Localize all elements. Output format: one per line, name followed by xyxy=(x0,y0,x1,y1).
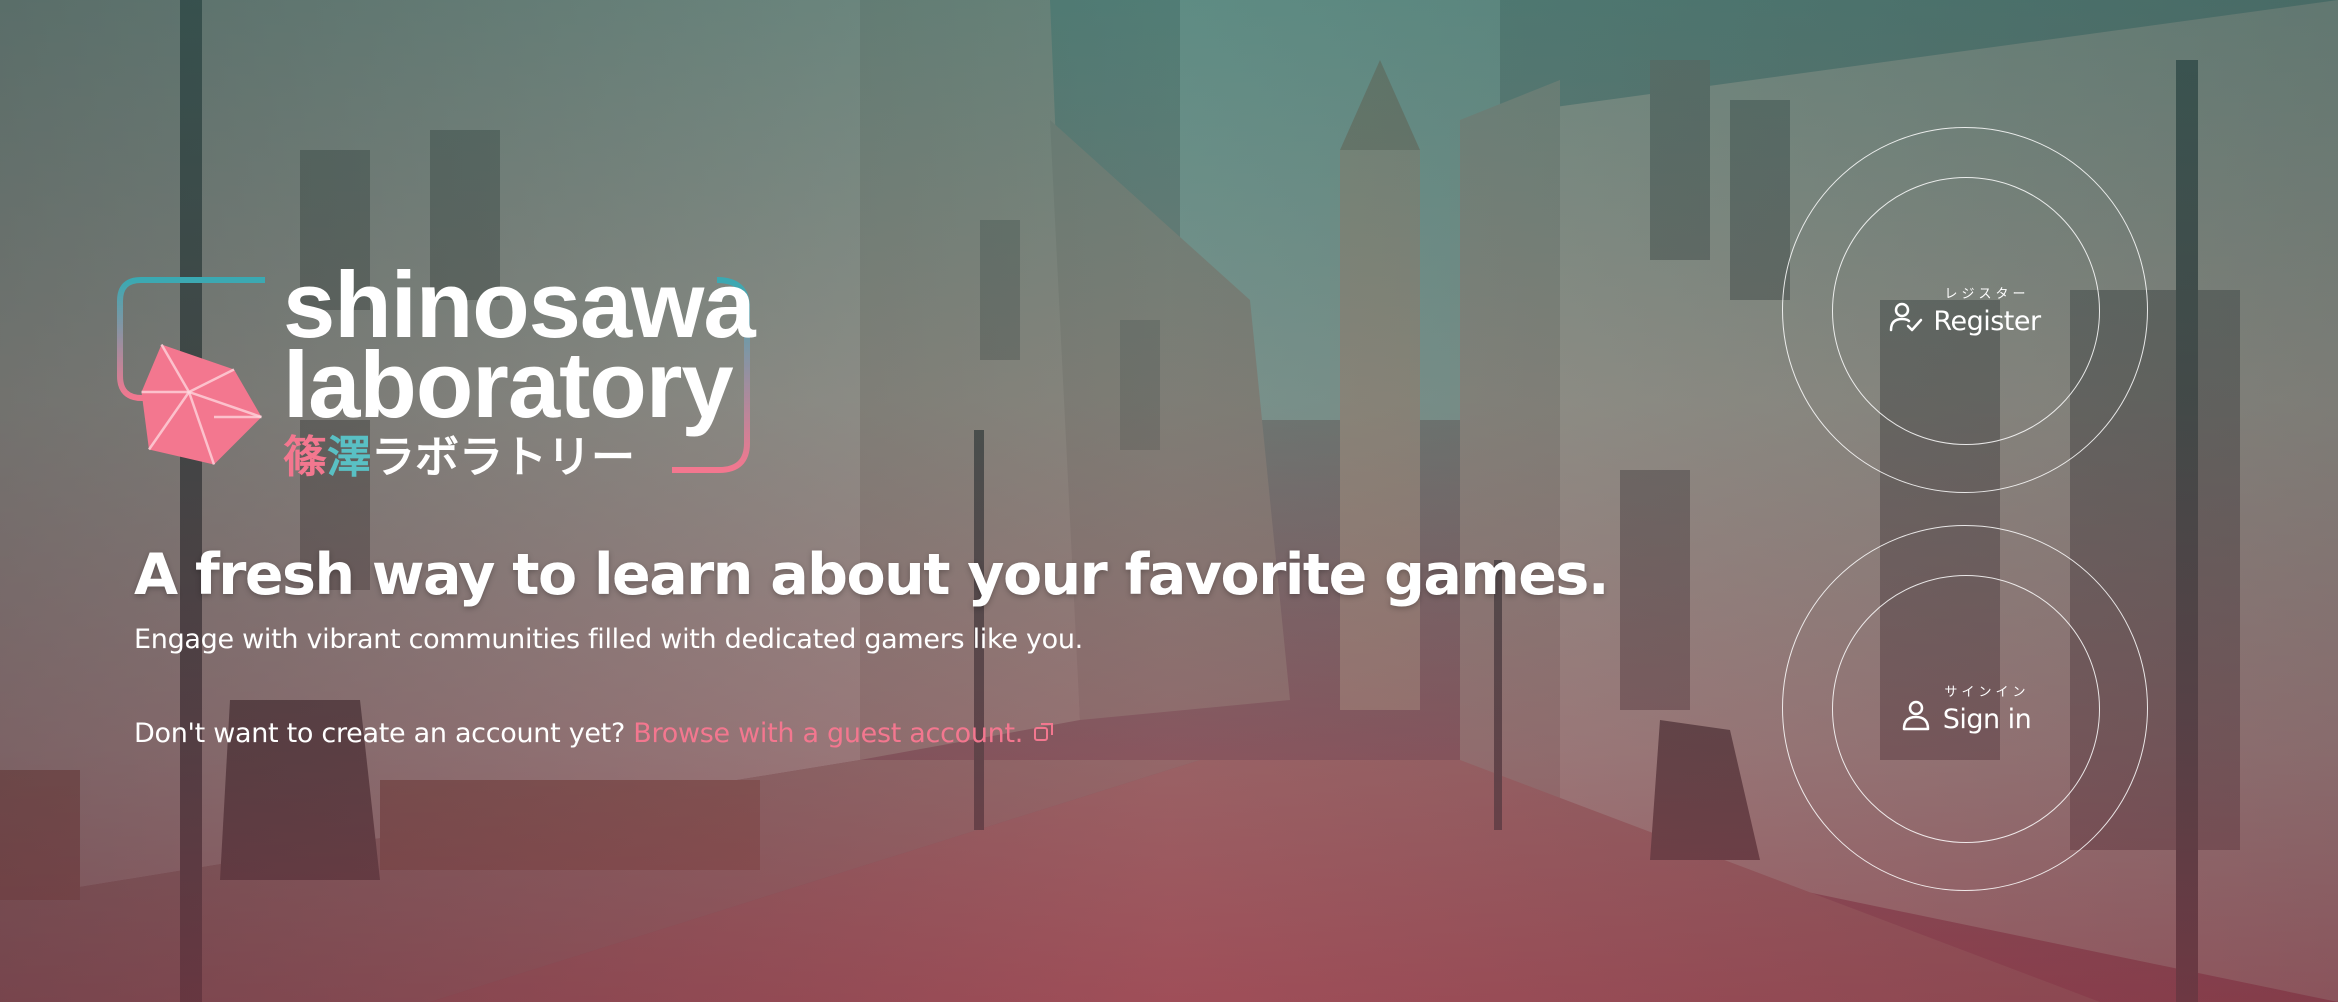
sign-in-button-text: サインイン Sign in xyxy=(1943,681,2032,735)
register-button-content: レジスター Register xyxy=(1783,283,2147,337)
guest-account-link[interactable]: Browse with a guest account. xyxy=(633,718,1055,749)
external-link-icon xyxy=(1033,719,1055,750)
hero-headline: A fresh way to learn about your favorite… xyxy=(134,542,1610,608)
logo-word-laboratory: laboratory xyxy=(283,332,734,437)
sign-in-label: Sign in xyxy=(1942,704,2032,735)
sign-in-button[interactable]: サインイン Sign in xyxy=(1782,525,2148,891)
user-icon xyxy=(1902,700,1929,731)
brand-logo: shinosawa laboratory 篠澤ラボラトリー xyxy=(117,258,756,480)
logo-kanji-1: 篠 xyxy=(283,432,327,483)
sign-in-button-content: サインイン Sign in xyxy=(1783,681,2147,735)
gem-icon xyxy=(141,343,262,465)
logo-japanese-name: 篠澤ラボラトリー xyxy=(283,436,635,480)
register-button[interactable]: レジスター Register xyxy=(1782,127,2148,493)
register-button-text: レジスター Register xyxy=(1933,283,2041,337)
sign-in-kana: サインイン xyxy=(1944,685,2030,700)
user-check-icon xyxy=(1890,302,1923,332)
register-kana: レジスター xyxy=(1944,287,2030,302)
logo-katakana: ラボラトリー xyxy=(371,432,635,483)
logo-kanji-2: 澤 xyxy=(327,432,371,483)
guest-prompt-line: Don't want to create an account yet? Bro… xyxy=(134,718,1055,750)
guest-link-label: Browse with a guest account. xyxy=(633,718,1024,749)
guest-prompt-text: Don't want to create an account yet? xyxy=(134,718,625,749)
register-label: Register xyxy=(1933,306,2041,337)
hero-subline: Engage with vibrant communities filled w… xyxy=(134,624,1083,655)
